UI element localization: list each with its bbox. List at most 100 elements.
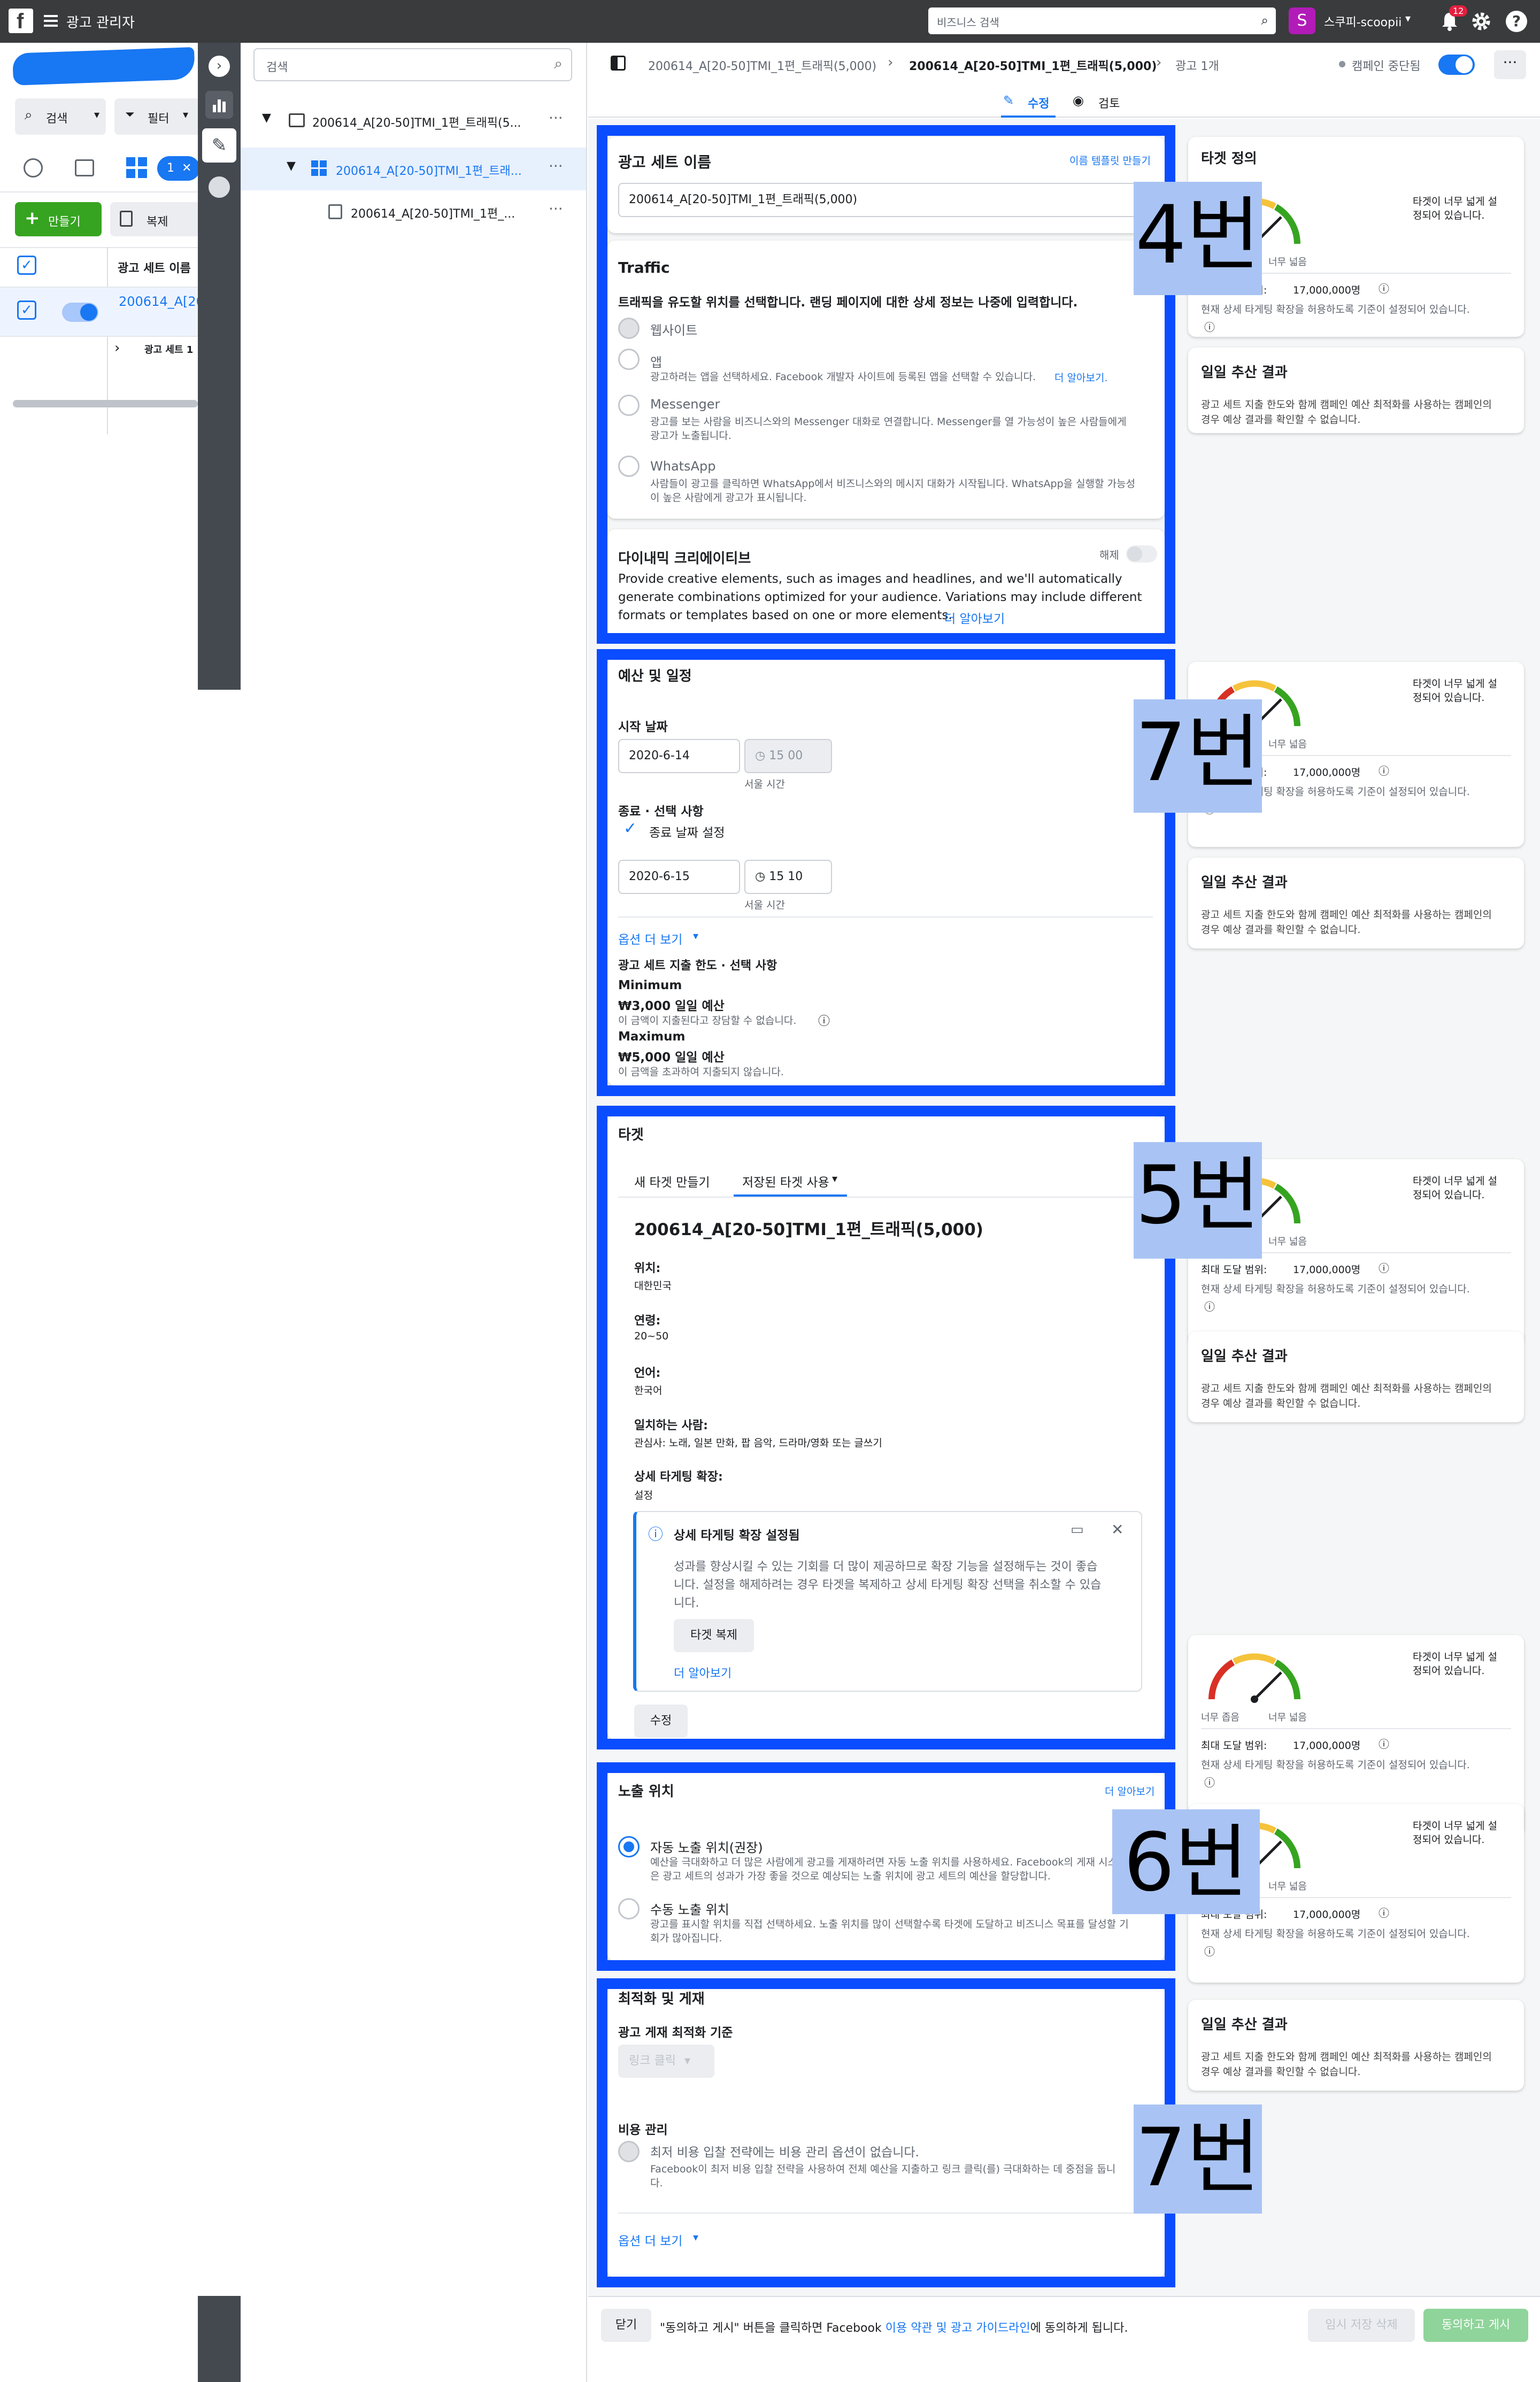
info-icon[interactable]: ⓘ (1379, 762, 1389, 778)
search-button[interactable]: ⌕ 검색 ▾ (15, 98, 106, 135)
info-icon[interactable]: ⓘ (1379, 1736, 1389, 1751)
history-clock-icon[interactable] (209, 176, 230, 198)
grid-view-icon[interactable] (126, 157, 148, 179)
placements-learn-more-link[interactable]: 더 알아보기 (1105, 1784, 1154, 1798)
name-template-link[interactable]: 이름 템플릿 만들기 (1069, 153, 1151, 167)
row-checkbox[interactable]: ✓ (17, 300, 36, 320)
copy-button[interactable]: 복제 (110, 202, 198, 236)
edit-pencil-icon[interactable]: ✎ (202, 128, 236, 163)
end-date-checkbox[interactable]: ✓ (623, 819, 637, 838)
tree-search-input[interactable]: 검색 ⌕ (253, 48, 572, 81)
dynamic-learn-more-link[interactable]: 더 알아보기 (944, 608, 1005, 627)
more-options-icon[interactable]: ··· (549, 157, 563, 175)
tab-new-audience[interactable]: 새 타겟 만들기 (634, 1172, 710, 1190)
tree-item-adset[interactable]: ▼ 200614_A[20-50]TMI_1편_트래... ··· (241, 148, 586, 190)
emoji-icon[interactable] (24, 158, 43, 178)
folder-icon[interactable] (75, 159, 94, 176)
feedback-icon[interactable]: ▭ (1071, 1522, 1084, 1538)
discard-draft-button[interactable]: 임시 저장 삭제 (1308, 2309, 1415, 2342)
targeting-expansion-notice: ⓘ 상세 타게팅 확장 설정됨 ▭ ✕ 성과를 향상시킬 수 있는 기회를 더 … (633, 1511, 1142, 1692)
close-button[interactable]: 닫기 (601, 2309, 651, 2342)
filter-button[interactable]: ⏷ 필터 ▾ (114, 98, 198, 135)
start-date-input[interactable]: 2020-6-14 (618, 739, 740, 773)
audience-edit-button[interactable]: 수정 (634, 1705, 688, 1738)
info-icon[interactable]: ⓘ (1379, 280, 1389, 296)
radio-website[interactable] (618, 318, 640, 339)
radio-website-label: 웹사이트 (650, 323, 698, 338)
radio-app[interactable] (618, 349, 640, 370)
tree-item-ad[interactable]: 200614_A[20-50]TMI_1편_... ··· (241, 196, 586, 229)
chart-icon[interactable] (205, 91, 233, 119)
adset-row-name[interactable]: 200614_A[20 (119, 294, 204, 309)
info-icon[interactable]: ⓘ (1204, 1774, 1215, 1790)
radio-auto-placements[interactable] (618, 1836, 640, 1857)
caret-down-icon[interactable]: ▼ (287, 159, 296, 173)
start-time-input[interactable]: ◷ 15 00 (744, 739, 832, 773)
settings-gear-icon[interactable] (1470, 11, 1492, 32)
info-icon[interactable]: ⓘ (1204, 319, 1215, 334)
adset-name-input[interactable]: 200614_A[20-50]TMI_1편_트래픽(5,000) (618, 183, 1153, 217)
breadcrumb-ad[interactable]: 광고 1개 (1175, 57, 1219, 74)
gauge-wide-label: 너무 넓음 (1268, 1881, 1307, 1892)
traffic-card: Traffic 트래픽을 유도할 위치를 선택합니다. 랜딩 페이지에 대한 상… (607, 241, 1165, 519)
more-options-icon[interactable]: ··· (549, 109, 563, 127)
radio-manual-placements[interactable] (618, 1898, 640, 1920)
selection-count-chip[interactable]: 1 ✕ (157, 156, 200, 181)
account-avatar[interactable]: S (1289, 7, 1315, 34)
campaign-toggle[interactable] (1438, 55, 1475, 75)
app-learn-more-link[interactable]: 더 알아보기. (1054, 370, 1107, 384)
radio-whatsapp[interactable] (618, 456, 640, 477)
collapse-icon[interactable]: › (209, 56, 230, 77)
tree-item-campaign[interactable]: ▼ 200614_A[20-50]TMI_1편_트래픽(5... ··· (241, 105, 586, 138)
audience-card: 타겟 새 타겟 만들기 저장된 타겟 사용 ▾ 200614_A[20-50]T… (607, 1116, 1165, 1740)
copy-audience-button[interactable]: 타겟 복제 (674, 1619, 754, 1652)
close-icon[interactable]: ✕ (1111, 1521, 1123, 1538)
cost-control-radio[interactable] (618, 2141, 640, 2162)
close-icon[interactable]: ✕ (182, 161, 191, 175)
select-all-checkbox[interactable]: ✓ (17, 256, 36, 275)
publish-button[interactable]: 동의하고 게시 (1423, 2309, 1528, 2342)
info-icon[interactable]: ⓘ (1379, 1905, 1389, 1920)
tab-edit[interactable]: ✎ 수정 (1001, 86, 1056, 118)
audience-warning: 타겟이 너무 넓게 설 (1413, 678, 1497, 690)
help-icon[interactable]: ? (1506, 11, 1527, 32)
row-toggle[interactable] (62, 303, 98, 322)
info-icon[interactable]: ⓘ (1379, 1260, 1389, 1275)
chevron-down-icon: ▾ (832, 1172, 838, 1185)
create-button[interactable]: + 만들기 (15, 202, 102, 236)
panel-toggle-icon[interactable] (611, 56, 626, 71)
breadcrumb-adset[interactable]: 200614_A[20-50]TMI_1편_트래픽(5,000) (909, 57, 1157, 74)
column-header-adset-name[interactable]: 광고 세트 이름 (118, 259, 191, 276)
info-icon[interactable]: ⓘ (1204, 1298, 1215, 1314)
breadcrumb-campaign[interactable]: 200614_A[20-50]TMI_1편_트래픽(5,000) (648, 57, 876, 74)
side-rail: › ✎ (198, 43, 241, 690)
copy-icon (120, 211, 133, 227)
info-icon[interactable]: ⓘ (818, 1012, 830, 1029)
chevron-right-icon[interactable]: › (114, 340, 120, 356)
end-time-input[interactable]: ◷ 15 10 (744, 860, 832, 894)
radio-messenger[interactable] (618, 395, 640, 416)
tab-saved-audience[interactable]: 저장된 타겟 사용 ▾ (734, 1165, 847, 1197)
terms-link[interactable]: 이용 약관 및 광고 가이드라인 (886, 2322, 1030, 2335)
more-options-button[interactable]: ··· (1494, 50, 1526, 79)
horizontal-scrollbar[interactable] (13, 400, 198, 407)
audience-warning: 타겟이 너무 넓게 설 (1413, 196, 1497, 207)
budget-schedule-card: 예산 및 일정 시작 날짜 2020-6-14 ◷ 15 00 서울 시간 종료… (607, 658, 1165, 1085)
dynamic-creative-toggle[interactable] (1126, 545, 1157, 562)
business-search-input[interactable]: 비즈니스 검색 ⌕ (928, 7, 1276, 34)
account-name[interactable]: 스쿠피-scoopii (1324, 13, 1402, 30)
budget-more-options[interactable]: 옵션 더 보기 (618, 929, 682, 947)
menu-icon[interactable] (44, 15, 58, 27)
optimization-more-options[interactable]: 옵션 더 보기 (618, 2231, 682, 2249)
info-icon[interactable]: ⓘ (1204, 1943, 1215, 1959)
facebook-logo-icon[interactable]: f (9, 9, 33, 33)
tab-review[interactable]: ◉ 검토 (1069, 86, 1128, 118)
caret-down-icon[interactable]: ▼ (262, 111, 271, 125)
chevron-down-icon[interactable]: ▾ (1405, 12, 1411, 25)
eye-icon: ◉ (1073, 93, 1084, 108)
optimization-goal-select[interactable]: 링크 클릭 ▾ (618, 2045, 714, 2078)
more-options-icon[interactable]: ··· (549, 200, 563, 218)
end-date-input[interactable]: 2020-6-15 (618, 860, 740, 894)
auto-placements-desc: 예산을 극대화하고 더 많은 사람에게 광고를 게재하려면 자동 노출 위치를 … (650, 1856, 1118, 1868)
notice-learn-more-link[interactable]: 더 알아보기 (674, 1664, 732, 1681)
